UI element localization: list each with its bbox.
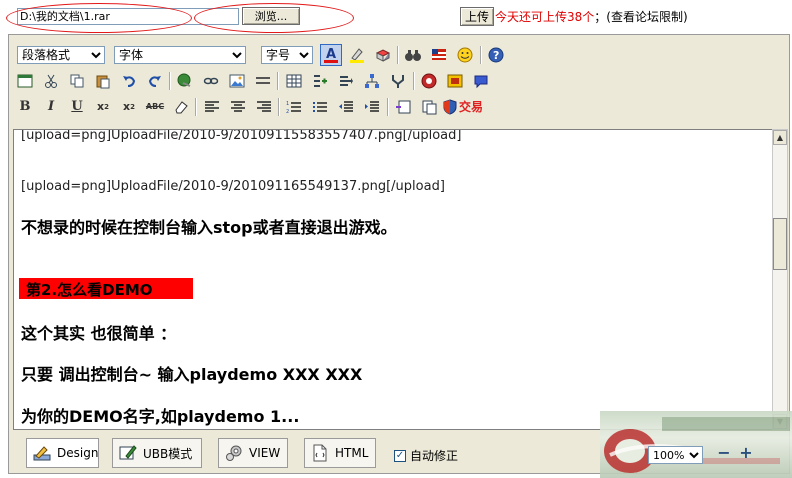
forum-limit-link[interactable]: ；(查看论坛限制)	[594, 10, 687, 24]
bold-icon[interactable]: B	[15, 97, 35, 117]
font-size-select[interactable]: 字号	[261, 46, 313, 64]
paragraph-format-select[interactable]: 段落格式	[17, 46, 105, 64]
ubb-edit-icon	[119, 444, 137, 462]
unordered-list-icon[interactable]	[310, 97, 330, 117]
upload-button[interactable]: 上传	[460, 7, 494, 26]
media-player-icon[interactable]	[445, 71, 465, 91]
copy-icon[interactable]	[67, 71, 87, 91]
content-paragraph-simple: 这个其实 也很简单 ：	[21, 324, 177, 343]
browse-button[interactable]: 浏览...	[242, 7, 300, 25]
font-name-select[interactable]: 字体	[114, 46, 246, 64]
shield-icon	[443, 99, 457, 115]
outdent-icon[interactable]	[336, 97, 356, 117]
strikethrough-icon[interactable]: ABC	[145, 97, 165, 117]
vertical-scrollbar[interactable]: ▲ ▼	[772, 129, 788, 430]
content-paragraph-console: 只要 调出控制台~ 输入playdemo XXX XXX	[21, 365, 363, 384]
watermark-logo	[600, 411, 792, 478]
content-paragraph-demo-name: 为你的DEMO名字,如playdemo 1...	[21, 407, 300, 426]
insert-link-icon[interactable]	[175, 71, 195, 91]
align-left-icon[interactable]	[202, 97, 222, 117]
upload-bar: D:\我的文档\1.rar 浏览... 上传 今天还可上传38个；(查看论坛限制…	[0, 0, 792, 34]
unlink-icon[interactable]	[201, 71, 221, 91]
eraser-icon[interactable]	[171, 97, 191, 117]
insert-table-icon[interactable]	[284, 71, 304, 91]
comment-icon[interactable]	[471, 71, 491, 91]
insert-row-icon[interactable]	[310, 71, 330, 91]
align-right-icon[interactable]	[254, 97, 274, 117]
remove-format-icon[interactable]	[373, 45, 393, 65]
font-color-icon[interactable]: A	[320, 44, 342, 66]
svg-text:2: 2	[286, 109, 289, 115]
cut-icon[interactable]	[41, 71, 61, 91]
paste-icon[interactable]	[93, 71, 113, 91]
insert-image-icon[interactable]	[227, 71, 247, 91]
svg-text:1: 1	[286, 101, 289, 107]
ordered-list-icon[interactable]: 12	[284, 97, 304, 117]
undo-icon[interactable]	[119, 71, 139, 91]
indent-icon[interactable]	[362, 97, 382, 117]
svg-text:?: ?	[493, 49, 499, 62]
trade-button[interactable]: 交易	[443, 97, 489, 117]
file-path-input[interactable]: D:\我的文档\1.rar	[17, 8, 239, 25]
emoticon-icon[interactable]	[455, 45, 475, 65]
subscript-icon[interactable]: x2	[119, 97, 139, 117]
underline-icon[interactable]: U	[67, 97, 87, 117]
upload-quota-text: 今天还可上传38个	[495, 10, 595, 24]
scroll-up-arrow-icon[interactable]: ▲	[773, 130, 787, 145]
flash-media-icon[interactable]	[419, 71, 439, 91]
flag-icon[interactable]	[429, 45, 449, 65]
html-page-icon	[311, 444, 329, 462]
ubb-mode-label: UBB模式	[143, 446, 193, 461]
content-heading-demo: 第2.怎么看DEMO	[26, 281, 153, 299]
upload-quota-note: 今天还可上传38个；(查看论坛限制)	[495, 8, 688, 25]
zoom-select[interactable]: 100%	[648, 446, 703, 464]
design-pencil-icon	[33, 444, 51, 462]
view-mode-label: VIEW	[249, 446, 281, 460]
insert-column-icon[interactable]	[336, 71, 356, 91]
superscript-icon[interactable]: x2	[93, 97, 113, 117]
redo-icon[interactable]	[145, 71, 165, 91]
content-upload-line-1: [upload=png]UploadFile/2010-9/2010911558…	[21, 129, 462, 143]
trade-label: 交易	[459, 100, 484, 114]
zoom-in-icon[interactable]: +	[738, 445, 754, 462]
autofix-toggle[interactable]: ✓ 自动修正	[394, 447, 458, 464]
highlight-icon[interactable]	[347, 45, 367, 65]
design-mode-label: Design	[57, 446, 99, 460]
view-gear-icon	[225, 444, 243, 462]
split-cell-icon[interactable]	[362, 71, 382, 91]
horizontal-rule-icon[interactable]	[253, 71, 273, 91]
align-center-icon[interactable]	[228, 97, 248, 117]
insert-quote-icon[interactable]	[393, 97, 413, 117]
scroll-thumb[interactable]	[773, 218, 787, 270]
svg-text:A: A	[326, 47, 336, 62]
find-icon[interactable]	[403, 45, 423, 65]
ubb-mode-button[interactable]: UBB模式	[112, 438, 202, 468]
view-mode-button[interactable]: VIEW	[218, 438, 288, 468]
content-paragraph-stop: 不想录的时候在控制台输入stop或者直接退出游戏。	[21, 218, 397, 237]
html-mode-label: HTML	[335, 446, 369, 460]
fullscreen-icon[interactable]	[15, 71, 35, 91]
insert-code-icon[interactable]	[419, 97, 439, 117]
autofix-checkbox[interactable]: ✓	[394, 449, 406, 462]
editor-content[interactable]: [upload=png]UploadFile/2010-9/2010911558…	[13, 129, 773, 430]
design-mode-button[interactable]: Design	[26, 438, 99, 468]
merge-cell-icon[interactable]	[388, 71, 408, 91]
help-icon[interactable]: ?	[486, 45, 506, 65]
zoom-out-icon[interactable]: −	[716, 445, 732, 462]
content-upload-line-2: [upload=png]UploadFile/2010-9/2010911655…	[21, 179, 445, 194]
italic-icon[interactable]: I	[41, 97, 61, 117]
autofix-label: 自动修正	[410, 449, 459, 463]
html-mode-button[interactable]: HTML	[304, 438, 376, 468]
